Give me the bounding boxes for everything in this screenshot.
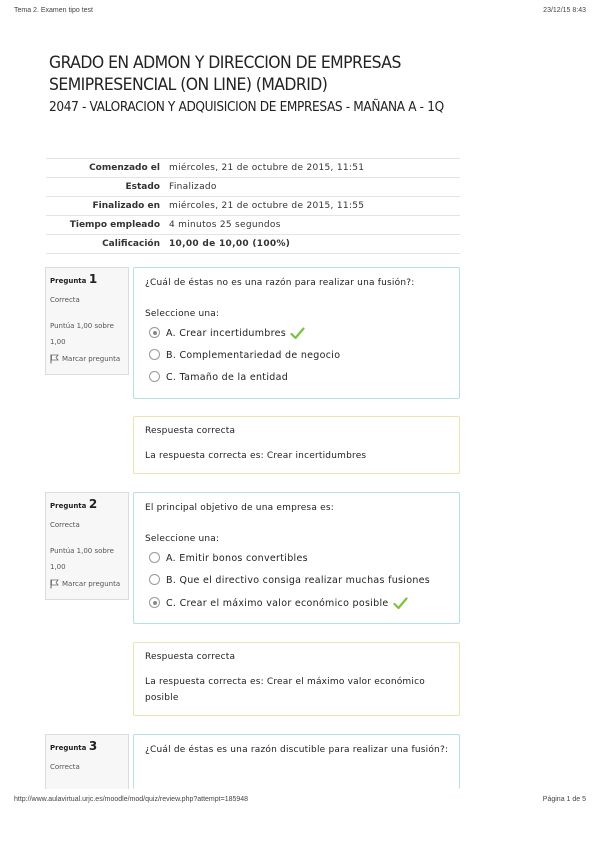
question-2-info: Pregunta 2 Correcta Puntúa 1,00 sobre 1,… (45, 492, 129, 600)
question-number: Pregunta 1 (50, 272, 98, 286)
attempt-summary-table: Comenzado el miércoles, 21 de octubre de … (46, 158, 460, 254)
question-text: El principal objetivo de una empresa es: (145, 503, 334, 513)
summary-row: Tiempo empleado 4 minutos 25 segundos (46, 215, 460, 235)
print-header-datetime: 23/12/15 8:43 (543, 7, 586, 14)
answer-option[interactable]: B. Complementariedad de negocio (149, 349, 340, 363)
flag-question-link[interactable]: Marcar pregunta (50, 579, 120, 589)
question-state: Correcta (50, 296, 80, 304)
summary-row: Finalizado en miércoles, 21 de octubre de… (46, 196, 460, 216)
question-text: ¿Cuál de éstas es una razón discutible p… (145, 745, 449, 755)
course-title: GRADO EN ADMON Y DIRECCION DE EMPRESAS S… (49, 53, 401, 95)
flag-question-link[interactable]: Marcar pregunta (50, 354, 120, 364)
flag-icon (50, 354, 59, 364)
summary-value: 10,00 de 10,00 (100%) (160, 234, 460, 254)
feedback-title: Respuesta correcta (145, 652, 236, 662)
feedback-text: La respuesta correcta es: Crear el máxim… (145, 677, 425, 703)
question-1-feedback: Respuesta correcta La respuesta correcta… (133, 416, 460, 474)
question-3-info: Pregunta 3 Correcta (45, 734, 129, 789)
answer-option[interactable]: C. Crear el máximo valor económico posib… (149, 597, 408, 611)
radio-icon[interactable] (149, 574, 160, 585)
question-state: Correcta (50, 763, 80, 771)
question-grade: Puntúa 1,00 sobre 1,00 (50, 322, 114, 346)
feedback-text: La respuesta correcta es: Crear incertid… (145, 451, 367, 461)
summary-value: miércoles, 21 de octubre de 2015, 11:51 (160, 158, 460, 178)
print-footer-url: http://www.aulavirtual.urjc.es/moodle/mo… (14, 796, 249, 803)
check-icon (392, 597, 408, 610)
summary-label: Tiempo empleado (46, 215, 160, 235)
summary-row: Comenzado el miércoles, 21 de octubre de … (46, 158, 460, 178)
question-text: ¿Cuál de éstas no es una razón para real… (145, 278, 415, 288)
summary-label: Finalizado en (46, 196, 160, 216)
feedback-title: Respuesta correcta (145, 426, 236, 436)
question-number: Pregunta 3 (50, 739, 98, 753)
question-1-info: Pregunta 1 Correcta Puntúa 1,00 sobre 1,… (45, 267, 129, 375)
select-one-label: Seleccione una: (145, 534, 220, 544)
subject-title: 2047 - VALORACION Y ADQUISICION DE EMPRE… (49, 99, 444, 115)
answer-option[interactable]: B. Que el directivo consiga realizar muc… (149, 574, 430, 588)
radio-icon[interactable] (149, 349, 160, 360)
print-header-title: Tema 2. Examen tipo test (14, 7, 93, 14)
radio-selected-icon[interactable] (149, 597, 160, 608)
question-grade: Puntúa 1,00 sobre 1,00 (50, 547, 114, 571)
summary-value: Finalizado (160, 177, 460, 197)
radio-selected-icon[interactable] (149, 327, 160, 338)
answer-option[interactable]: A. Emitir bonos convertibles (149, 552, 308, 566)
question-3-content: ¿Cuál de éstas es una razón discutible p… (133, 734, 460, 789)
answer-option[interactable]: A. Crear incertidumbres (149, 327, 305, 341)
summary-value: miércoles, 21 de octubre de 2015, 11:55 (160, 196, 460, 216)
question-2-feedback: Respuesta correcta La respuesta correcta… (133, 642, 460, 716)
answer-option[interactable]: C. Tamaño de la entidad (149, 371, 288, 385)
summary-row: Estado Finalizado (46, 177, 460, 197)
question-number: Pregunta 2 (50, 497, 98, 511)
select-one-label: Seleccione una: (145, 309, 220, 319)
question-state: Correcta (50, 521, 80, 529)
radio-icon[interactable] (149, 552, 160, 563)
print-footer-page: Página 1 de 5 (542, 796, 586, 803)
flag-icon (50, 579, 59, 589)
check-icon (290, 327, 305, 340)
summary-label: Calificación (46, 234, 160, 254)
summary-row: Calificación 10,00 de 10,00 (100%) (46, 234, 460, 254)
question-2-content: El principal objetivo de una empresa es:… (133, 492, 460, 624)
summary-label: Estado (46, 177, 160, 197)
summary-value: 4 minutos 25 segundos (160, 215, 460, 235)
summary-label: Comenzado el (46, 158, 160, 178)
radio-icon[interactable] (149, 371, 160, 382)
question-1-content: ¿Cuál de éstas no es una razón para real… (133, 267, 460, 399)
